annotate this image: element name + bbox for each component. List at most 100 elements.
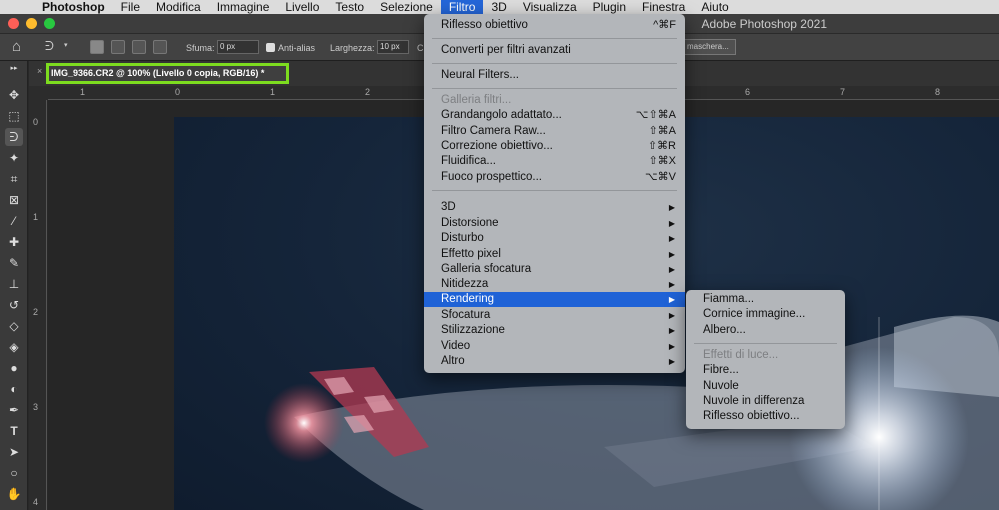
menu-finestra[interactable]: Finestra bbox=[634, 0, 693, 14]
menu-item-galleria-filtri: Galleria filtri... bbox=[424, 93, 685, 108]
magic-wand-icon[interactable]: ✦ bbox=[5, 149, 23, 167]
menu-item-label: Riflesso obiettivo... bbox=[703, 410, 800, 422]
subtract-selection-button[interactable] bbox=[132, 40, 146, 54]
move-tool-icon[interactable]: ✥ bbox=[5, 86, 23, 104]
shortcut-label: ⌥⌘V bbox=[644, 171, 676, 183]
menu-immagine[interactable]: Immagine bbox=[209, 0, 278, 14]
menu-file[interactable]: File bbox=[113, 0, 148, 14]
menu-testo[interactable]: Testo bbox=[327, 0, 372, 14]
menu-item-grandangolo-adattato[interactable]: Grandangolo adattato... ⌥⇧⌘A bbox=[424, 108, 685, 123]
menu-item-fluidifica[interactable]: Fluidifica... ⇧⌘X bbox=[424, 154, 685, 169]
menu-item-distorsione[interactable]: Distorsione ▶ bbox=[424, 216, 685, 231]
menu-item-label: Stilizzazione bbox=[441, 324, 505, 336]
menu-item-albero[interactable]: Albero... bbox=[686, 323, 845, 338]
menu-item-rendering[interactable]: Rendering ▶ bbox=[424, 292, 685, 307]
stamp-tool-icon[interactable]: ⊥ bbox=[5, 275, 23, 293]
menu-item-sfocatura[interactable]: Sfocatura ▶ bbox=[424, 308, 685, 323]
marquee-tool-icon[interactable]: ⬚ bbox=[5, 107, 23, 125]
menu-item-fuoco-prospettico[interactable]: Fuoco prospettico... ⌥⌘V bbox=[424, 170, 685, 185]
shortcut-label: ^⌘F bbox=[653, 19, 676, 31]
menu-item-fibre[interactable]: Fibre... bbox=[686, 363, 845, 378]
blur-tool-icon[interactable]: ● bbox=[5, 359, 23, 377]
submenu-arrow-icon: ▶ bbox=[668, 326, 675, 335]
menu-item-label: Grandangolo adattato... bbox=[441, 109, 562, 121]
healing-brush-icon[interactable]: ✚ bbox=[5, 233, 23, 251]
menu-item-cornice-immagine[interactable]: Cornice immagine... bbox=[686, 307, 845, 322]
eyedropper-icon[interactable]: ⁄ bbox=[5, 212, 23, 230]
zoom-window-button[interactable] bbox=[44, 18, 55, 29]
menu-item-label: Fuoco prospettico... bbox=[441, 171, 542, 183]
panel-collapse-icon[interactable]: ▸▸ bbox=[5, 60, 23, 78]
close-window-button[interactable] bbox=[8, 18, 19, 29]
menu-item-label: Filtro Camera Raw... bbox=[441, 125, 546, 137]
new-selection-button[interactable] bbox=[90, 40, 104, 54]
intersect-selection-button[interactable] bbox=[153, 40, 167, 54]
menu-item-disturbo[interactable]: Disturbo ▶ bbox=[424, 231, 685, 246]
window-controls bbox=[8, 18, 55, 29]
ellipse-tool-icon[interactable]: ○ bbox=[5, 464, 23, 482]
antialias-checkbox[interactable] bbox=[266, 43, 275, 52]
lasso-tool-icon[interactable]: ᕭ bbox=[5, 128, 23, 146]
width-input[interactable]: 10 px bbox=[377, 40, 409, 54]
eraser-tool-icon[interactable]: ◇ bbox=[5, 317, 23, 335]
menu-livello[interactable]: Livello bbox=[277, 0, 327, 14]
contrast-label-partial: C bbox=[417, 43, 424, 53]
menu-item-riflesso-obiettivo[interactable]: Riflesso obiettivo... bbox=[686, 409, 845, 424]
menu-item-effetto-pixel[interactable]: Effetto pixel ▶ bbox=[424, 247, 685, 262]
menu-item-label: Nitidezza bbox=[441, 278, 489, 290]
magnetic-lasso-icon[interactable]: ᕭ bbox=[45, 39, 54, 54]
brush-tool-icon[interactable]: ✎ bbox=[5, 254, 23, 272]
ruler-label: 2 bbox=[33, 307, 39, 317]
hand-tool-icon[interactable]: ✋ bbox=[5, 485, 23, 503]
menu-item-stilizzazione[interactable]: Stilizzazione ▶ bbox=[424, 323, 685, 338]
menu-item-neural-filters[interactable]: Neural Filters... bbox=[424, 68, 685, 83]
menu-item-video[interactable]: Video ▶ bbox=[424, 339, 685, 354]
pen-tool-icon[interactable]: ✒ bbox=[5, 401, 23, 419]
menu-selezione[interactable]: Selezione bbox=[372, 0, 441, 14]
crop-tool-icon[interactable]: ⌗ bbox=[5, 170, 23, 188]
select-and-mask-button[interactable]: maschera... bbox=[680, 39, 736, 55]
frame-tool-icon[interactable]: ⊠ bbox=[5, 191, 23, 209]
add-selection-button[interactable] bbox=[111, 40, 125, 54]
close-tab-icon[interactable]: × bbox=[37, 66, 42, 76]
menu-item-label: Fluidifica... bbox=[441, 155, 496, 167]
paint-bucket-icon[interactable]: ◈ bbox=[5, 338, 23, 356]
ruler-label: 2 bbox=[365, 87, 371, 97]
menu-item-3d[interactable]: 3D ▶ bbox=[424, 200, 685, 215]
menu-aiuto[interactable]: Aiuto bbox=[693, 0, 736, 14]
menu-item-effetti-di-luce: Effetti di luce... bbox=[686, 348, 845, 363]
menu-item-converti-per-filtri-avanzati[interactable]: Converti per filtri avanzati bbox=[424, 43, 685, 58]
ruler-label: 4 bbox=[33, 497, 39, 507]
menu-3d[interactable]: 3D bbox=[483, 0, 514, 14]
home-icon[interactable]: ⌂ bbox=[12, 38, 21, 55]
menu-item-correzione-obiettivo[interactable]: Correzione obiettivo... ⇧⌘R bbox=[424, 139, 685, 154]
menu-item-nuvole-in-differenza[interactable]: Nuvole in differenza bbox=[686, 394, 845, 409]
ruler-label: 7 bbox=[840, 87, 846, 97]
minimize-window-button[interactable] bbox=[26, 18, 37, 29]
menu-filtro[interactable]: Filtro bbox=[440, 0, 484, 14]
submenu-arrow-icon: ▶ bbox=[668, 311, 675, 320]
chevron-down-icon[interactable]: ▾ bbox=[64, 41, 68, 49]
menu-item-filtro-camera-raw[interactable]: Filtro Camera Raw... ⇧⌘A bbox=[424, 124, 685, 139]
menu-item-label: Riflesso obiettivo bbox=[441, 19, 528, 31]
menu-plugin[interactable]: Plugin bbox=[585, 0, 634, 14]
document-tab[interactable]: IMG_9366.CR2 @ 100% (Livello 0 copia, RG… bbox=[46, 63, 289, 84]
menu-item-fiamma[interactable]: Fiamma... bbox=[686, 292, 845, 307]
menu-item-galleria-sfocatura[interactable]: Galleria sfocatura ▶ bbox=[424, 262, 685, 277]
ruler-label: 8 bbox=[935, 87, 941, 97]
menu-visualizza[interactable]: Visualizza bbox=[515, 0, 585, 14]
menu-modifica[interactable]: Modifica bbox=[148, 0, 209, 14]
path-selection-icon[interactable]: ➤ bbox=[5, 443, 23, 461]
type-tool-icon[interactable]: T bbox=[5, 422, 23, 440]
menu-item-nuvole[interactable]: Nuvole bbox=[686, 379, 845, 394]
history-brush-icon[interactable]: ↺ bbox=[5, 296, 23, 314]
window-title: Adobe Photoshop 2021 bbox=[701, 17, 827, 31]
menu-item-riflesso-obiettivo[interactable]: Riflesso obiettivo ^⌘F bbox=[424, 18, 685, 33]
dodge-tool-icon[interactable]: ◐ bbox=[5, 380, 23, 398]
menu-item-altro[interactable]: Altro ▶ bbox=[424, 354, 685, 369]
ruler-vertical[interactable]: 0 1 2 3 4 bbox=[29, 100, 47, 510]
feather-input[interactable]: 0 px bbox=[217, 40, 259, 54]
menu-item-nitidezza[interactable]: Nitidezza ▶ bbox=[424, 277, 685, 292]
submenu-arrow-icon: ▶ bbox=[668, 265, 675, 274]
menu-app[interactable]: Photoshop bbox=[33, 0, 113, 14]
